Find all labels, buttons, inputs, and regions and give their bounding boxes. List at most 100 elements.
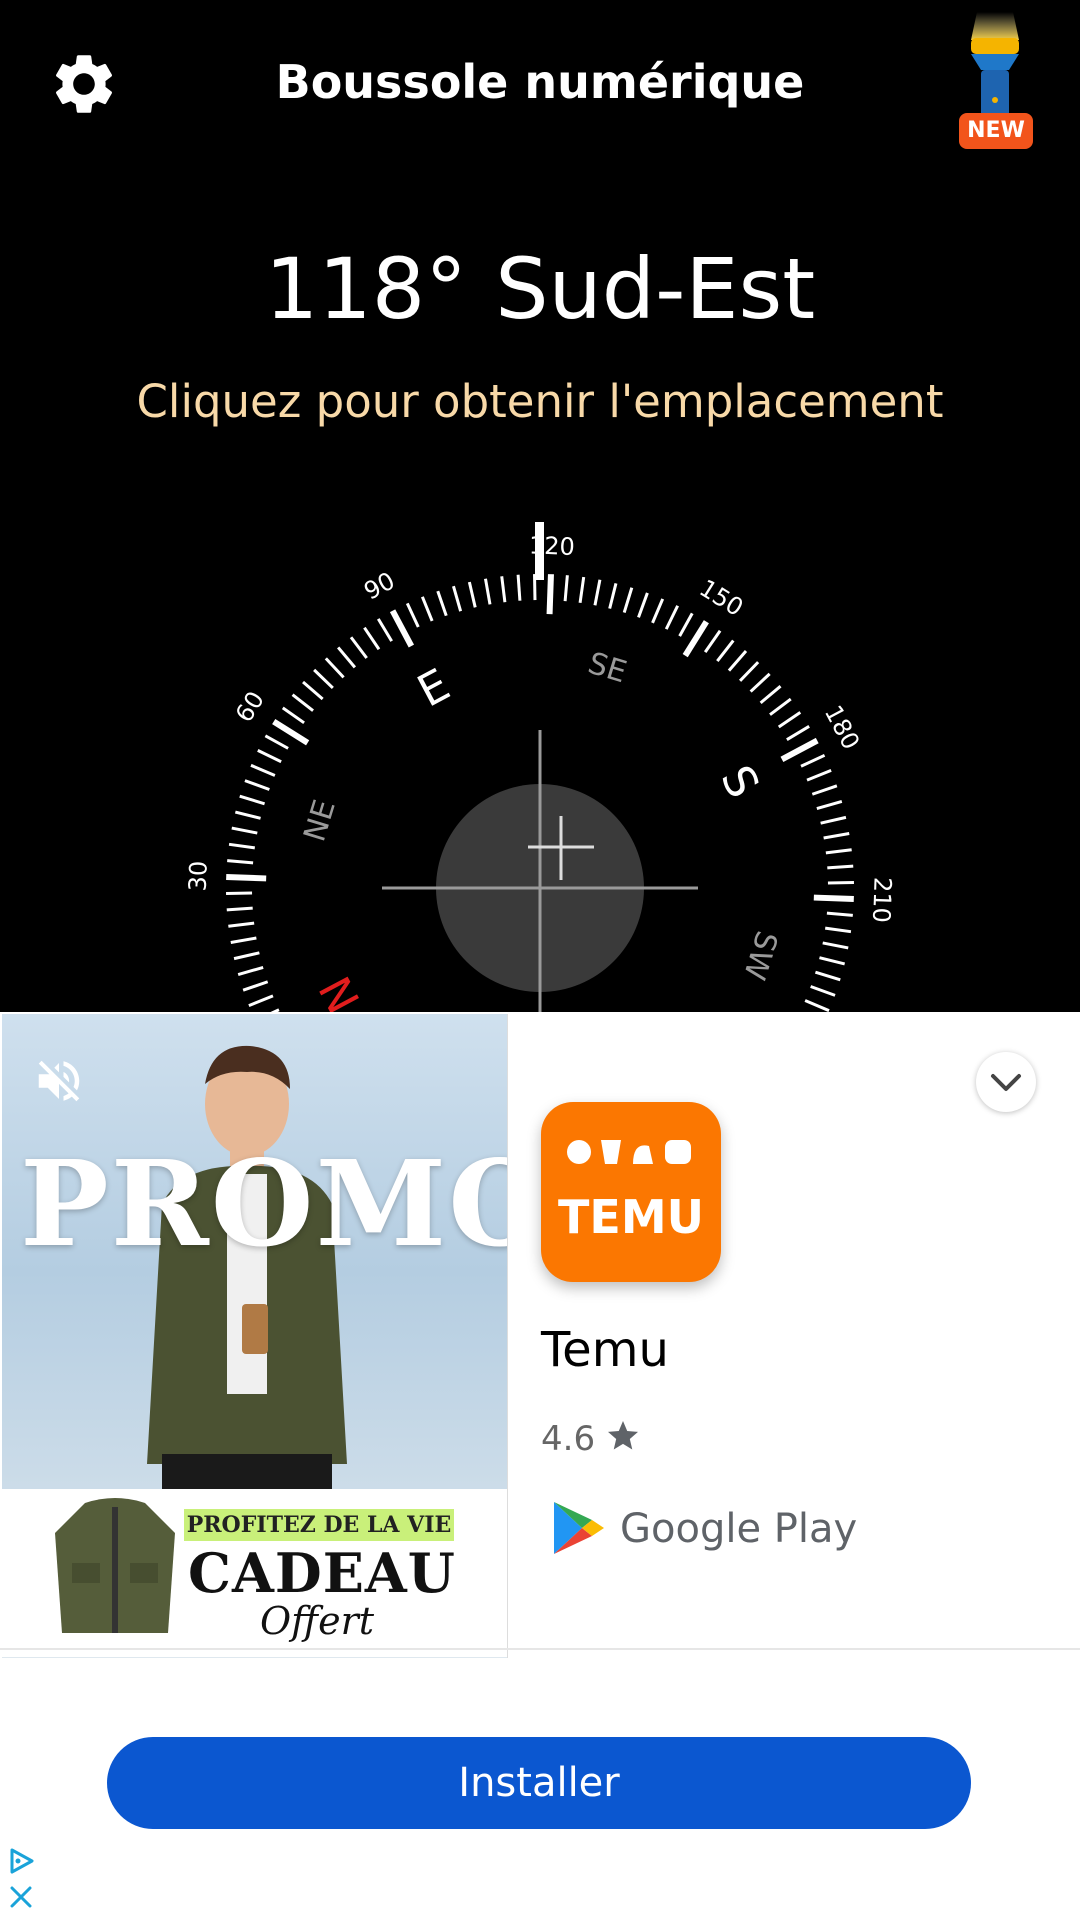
minor-tick [452, 585, 463, 612]
minor-tick [811, 784, 838, 796]
app-name[interactable]: Temu [541, 1322, 669, 1378]
google-play-badge[interactable]: Google Play [550, 1498, 857, 1558]
minor-tick [264, 734, 289, 750]
minor-tick [516, 574, 522, 601]
minor-tick [810, 985, 836, 997]
degree-label: 60 [230, 686, 270, 727]
minor-tick [823, 831, 850, 840]
chevron-down-icon [991, 1074, 1021, 1091]
minor-tick [827, 864, 854, 870]
minor-tick [759, 685, 782, 705]
store-name: Google Play [620, 1506, 858, 1552]
minor-tick [436, 590, 448, 617]
location-link[interactable]: Cliquez pour obtenir l'emplacement [0, 375, 1080, 428]
minor-tick [727, 650, 748, 672]
minor-tick [563, 575, 569, 602]
minor-tick [822, 941, 849, 950]
ad-media[interactable]: PROMO PROFITEZ DE LA VIE CADEAU Offert [2, 1014, 508, 1658]
minor-tick [826, 911, 853, 917]
minor-tick [239, 794, 266, 806]
minor-tick [622, 587, 634, 614]
minor-tick [703, 629, 722, 653]
minor-tick [678, 612, 694, 637]
major-tick [226, 874, 267, 882]
minor-tick [281, 706, 305, 725]
minor-tick [769, 697, 792, 716]
minor-tick [363, 626, 381, 651]
minor-tick [786, 724, 810, 741]
ad-tagline: PROFITEZ DE LA VIE [184, 1509, 454, 1541]
minor-tick [716, 639, 735, 662]
heading-indicator [535, 522, 544, 580]
heading-readout: 118° Sud-Est [0, 240, 1080, 338]
ad-divider [0, 1648, 1080, 1650]
intercardinal-ne: NE [297, 796, 343, 846]
minor-tick [777, 711, 802, 729]
minor-tick [227, 859, 254, 865]
degree-label: 150 [694, 574, 748, 622]
minor-tick [250, 763, 276, 777]
model-image [147, 1045, 347, 1514]
minor-tick [376, 618, 393, 642]
minor-tick [593, 579, 602, 606]
temu-logo-icons [567, 1140, 691, 1164]
heading-degrees: 118° [264, 240, 468, 338]
minor-tick [324, 657, 345, 679]
major-tick [272, 719, 310, 746]
new-badge: NEW [959, 113, 1033, 149]
minor-tick [228, 842, 256, 850]
major-tick [389, 609, 415, 648]
top-bar: Boussole numérique NEW [0, 0, 1080, 170]
minor-tick [228, 921, 255, 928]
minor-tick [242, 980, 269, 992]
minor-tick [500, 576, 507, 603]
ad-offer-strip: PROFITEZ DE LA VIE CADEAU Offert [2, 1489, 507, 1657]
minor-tick [824, 926, 852, 934]
degree-label: 210 [867, 877, 897, 924]
google-play-icon [554, 1502, 604, 1554]
minor-tick [244, 779, 270, 791]
minor-tick [405, 602, 420, 628]
minor-tick [420, 596, 434, 622]
degree-label: 30 [184, 860, 213, 892]
minor-tick [578, 576, 586, 604]
intercardinal-sw: SW [736, 927, 784, 984]
star-icon [608, 1421, 639, 1450]
minor-tick [816, 800, 843, 811]
degree-label: 90 [359, 567, 399, 606]
minor-tick [234, 810, 261, 820]
major-tick [780, 737, 819, 763]
major-tick [682, 620, 709, 658]
promo-banner: PROMO [20, 1134, 508, 1273]
minor-tick [651, 598, 665, 624]
minor-tick [814, 970, 841, 982]
minor-tick [231, 826, 258, 835]
minor-tick [819, 956, 846, 966]
minor-tick [637, 592, 649, 618]
adchoices-icon[interactable] [6, 1846, 36, 1876]
ad-offer-sub: Offert [260, 1599, 374, 1643]
degree-label: 180 [819, 701, 865, 755]
rating-value: 4.6 [541, 1419, 596, 1459]
close-icon[interactable] [6, 1882, 36, 1912]
cardinal-s: S [710, 758, 768, 807]
heading-direction: Sud-Est [495, 240, 816, 338]
minor-tick [233, 951, 260, 961]
major-tick [813, 894, 854, 902]
app-icon[interactable]: TEMU [541, 1102, 721, 1282]
mute-icon[interactable] [32, 1054, 86, 1108]
collapse-ad-button[interactable] [976, 1052, 1036, 1112]
minor-tick [291, 693, 314, 712]
intercardinal-se: SE [584, 646, 631, 691]
cardinal-e: E [410, 659, 459, 717]
minor-tick [825, 848, 852, 855]
minor-tick [483, 578, 492, 605]
ad-offer: CADEAU [188, 1541, 456, 1605]
compass-dial: 30 60 90 120 150 180 210 N E S NE SE SW [0, 500, 1080, 1012]
minor-tick [608, 582, 618, 609]
minor-tick [302, 680, 324, 701]
cardinal-n: N [310, 968, 370, 1012]
minor-tick [248, 994, 274, 1008]
minor-tick [806, 768, 832, 782]
install-button[interactable]: Installer [107, 1737, 971, 1829]
